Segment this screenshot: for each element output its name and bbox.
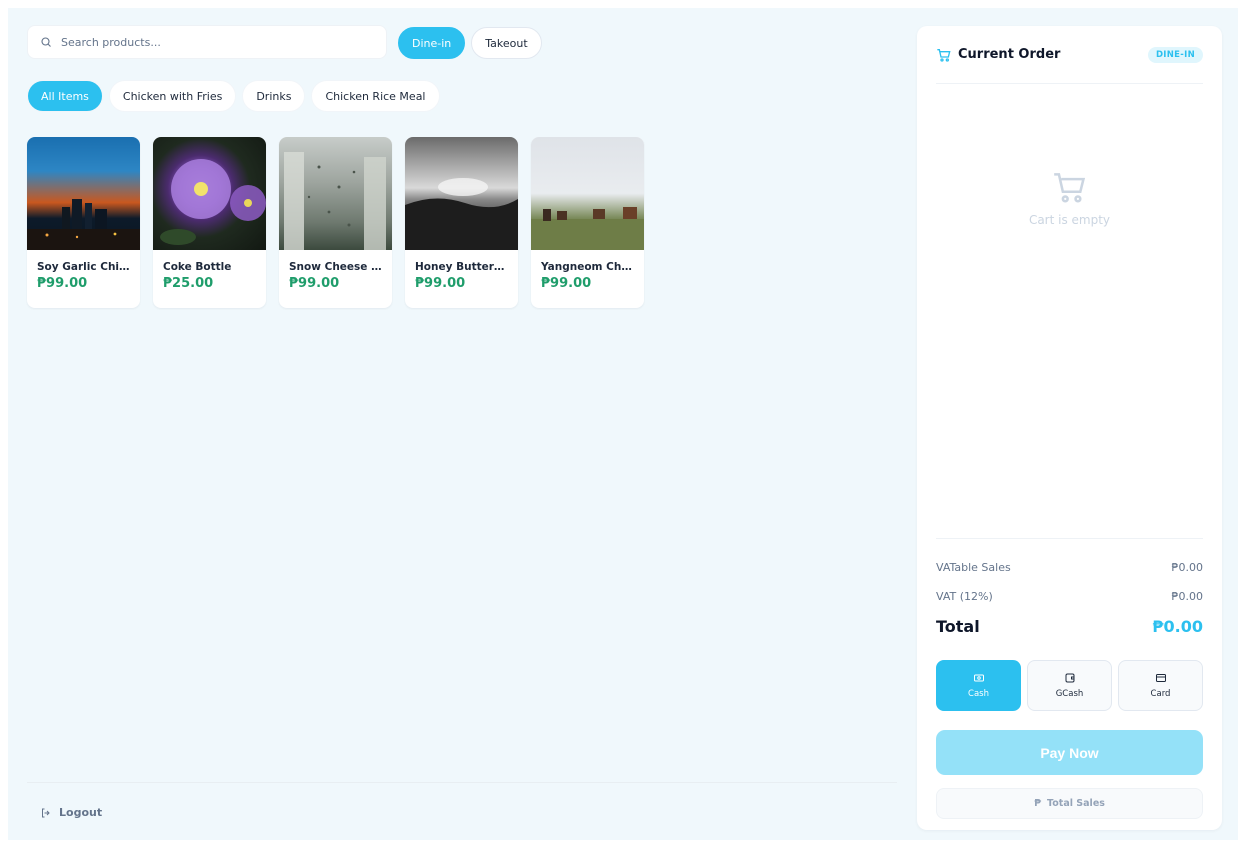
payment-methods: Cash GCash Card xyxy=(936,660,1203,711)
product-price: ₱25.00 xyxy=(163,276,214,291)
product-price: ₱99.00 xyxy=(37,276,88,291)
payment-card-button[interactable]: Card xyxy=(1118,660,1203,711)
product-image xyxy=(405,137,518,250)
pay-now-button[interactable]: Pay Now xyxy=(936,730,1203,775)
total-label: Total xyxy=(936,617,980,636)
total-value: ₱0.00 xyxy=(1152,617,1203,636)
wallet-icon xyxy=(1065,673,1074,683)
product-image xyxy=(153,137,266,250)
category-drinks[interactable]: Drinks xyxy=(242,80,306,112)
product-price: ₱99.00 xyxy=(289,276,340,291)
empty-cart-icon xyxy=(1053,173,1085,203)
card-icon xyxy=(1155,674,1166,682)
product-card[interactable]: Snow Cheese ... ₱99.00 xyxy=(279,137,392,308)
product-card[interactable]: Coke Bottle ₱25.00 xyxy=(153,137,266,308)
category-chicken-with-fries[interactable]: Chicken with Fries xyxy=(108,80,237,112)
payment-gcash-button[interactable]: GCash xyxy=(1027,660,1112,711)
product-name: Soy Garlic Chic... xyxy=(37,261,138,273)
logout-button[interactable]: Logout xyxy=(40,806,102,819)
total-sales-label: Total Sales xyxy=(1047,798,1105,809)
search-icon xyxy=(41,37,51,47)
pos-app: Dine-in Takeout All Items Chicken with F… xyxy=(8,8,1238,840)
empty-cart-state: Cart is empty xyxy=(917,168,1222,227)
takeout-button[interactable]: Takeout xyxy=(471,27,542,59)
product-name: Coke Bottle xyxy=(163,261,232,273)
footer-divider xyxy=(27,782,897,783)
order-panel: Current Order DINE-IN Cart is empty VATa… xyxy=(917,26,1222,830)
search-box[interactable] xyxy=(27,25,387,59)
empty-cart-label: Cart is empty xyxy=(1028,213,1111,227)
order-header: Current Order DINE-IN xyxy=(936,47,1203,84)
vat-label: VAT (12%) xyxy=(936,590,993,603)
order-type-badge: DINE-IN xyxy=(1147,47,1203,63)
product-name: Snow Cheese ... xyxy=(289,261,384,273)
dine-in-button[interactable]: Dine-in xyxy=(398,27,466,59)
summary-divider xyxy=(936,538,1203,539)
total-sales-button[interactable]: ₱ Total Sales xyxy=(936,788,1203,819)
category-all-items[interactable]: All Items xyxy=(27,80,103,112)
search-input[interactable] xyxy=(61,35,361,49)
product-name: Yangneom Chi... xyxy=(541,261,637,273)
payment-gcash-label: GCash xyxy=(1055,689,1084,699)
product-name: Honey Butter C... xyxy=(415,261,518,273)
category-chicken-rice-meal[interactable]: Chicken Rice Meal xyxy=(311,80,440,112)
product-image xyxy=(27,137,140,250)
category-filter: All Items Chicken with Fries Drinks Chic… xyxy=(27,80,440,112)
logout-label: Logout xyxy=(59,806,103,819)
cash-icon xyxy=(973,674,984,682)
vat-value: ₱0.00 xyxy=(1171,590,1204,603)
logout-icon xyxy=(42,808,50,817)
vatable-sales-row: VATable Sales ₱0.00 xyxy=(936,561,1203,574)
vatable-sales-label: VATable Sales xyxy=(936,561,1011,574)
product-price: ₱99.00 xyxy=(541,276,592,291)
product-image xyxy=(279,137,392,250)
peso-icon: ₱ xyxy=(1034,798,1042,809)
product-card[interactable]: Yangneom Chi... ₱99.00 xyxy=(531,137,644,308)
vat-row: VAT (12%) ₱0.00 xyxy=(936,590,1203,603)
payment-card-label: Card xyxy=(1150,689,1171,699)
payment-cash-label: Cash xyxy=(968,689,989,699)
order-type-toggle: Dine-in Takeout xyxy=(398,27,542,59)
product-image xyxy=(531,137,644,250)
total-row: Total ₱0.00 xyxy=(936,617,1203,636)
product-grid: Soy Garlic Chic... ₱99.00 Coke Bottle ₱2… xyxy=(27,137,644,308)
order-title: Current Order xyxy=(958,47,1061,62)
product-price: ₱99.00 xyxy=(415,276,466,291)
vatable-sales-value: ₱0.00 xyxy=(1171,561,1204,574)
cart-icon xyxy=(937,49,951,62)
product-card[interactable]: Honey Butter C... ₱99.00 xyxy=(405,137,518,308)
product-card[interactable]: Soy Garlic Chic... ₱99.00 xyxy=(27,137,140,308)
payment-cash-button[interactable]: Cash xyxy=(936,660,1021,711)
